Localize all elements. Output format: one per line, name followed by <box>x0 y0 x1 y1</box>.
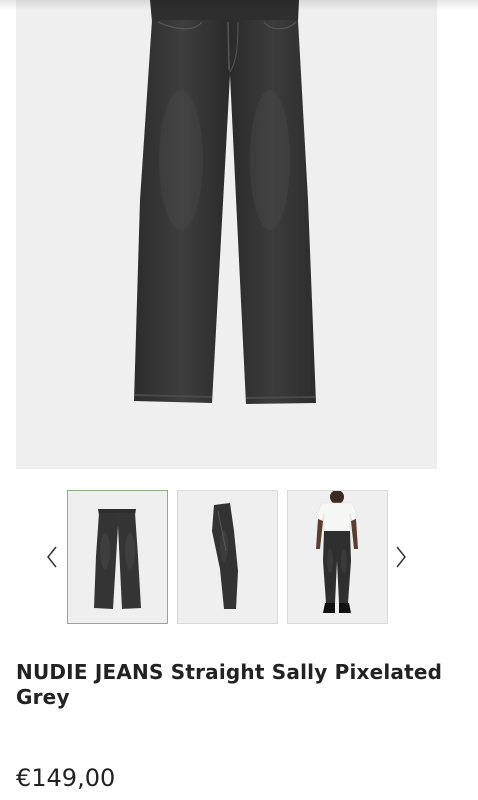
jeans-front-illustration <box>134 0 316 404</box>
product-price: €149,00 <box>16 764 116 792</box>
jeans-side-thumbnail-image <box>212 503 238 609</box>
carousel-prev-button[interactable] <box>39 542 65 572</box>
thumbnail-model[interactable] <box>287 490 388 624</box>
top-shadow <box>0 0 478 10</box>
product-title: NUDIE JEANS Straight Sally Pixelated Gre… <box>16 660 443 709</box>
carousel-next-button[interactable] <box>388 542 414 572</box>
thumbnail-front[interactable] <box>67 490 168 624</box>
model-wearing-jeans-thumbnail-image <box>315 491 359 613</box>
product-main-image[interactable] <box>16 0 437 469</box>
thumbnail-carousel <box>0 490 478 626</box>
thumbnail-side[interactable] <box>177 490 278 624</box>
jeans-front-thumbnail-image <box>94 509 141 609</box>
chevron-left-icon <box>47 546 57 568</box>
chevron-right-icon <box>396 546 406 568</box>
